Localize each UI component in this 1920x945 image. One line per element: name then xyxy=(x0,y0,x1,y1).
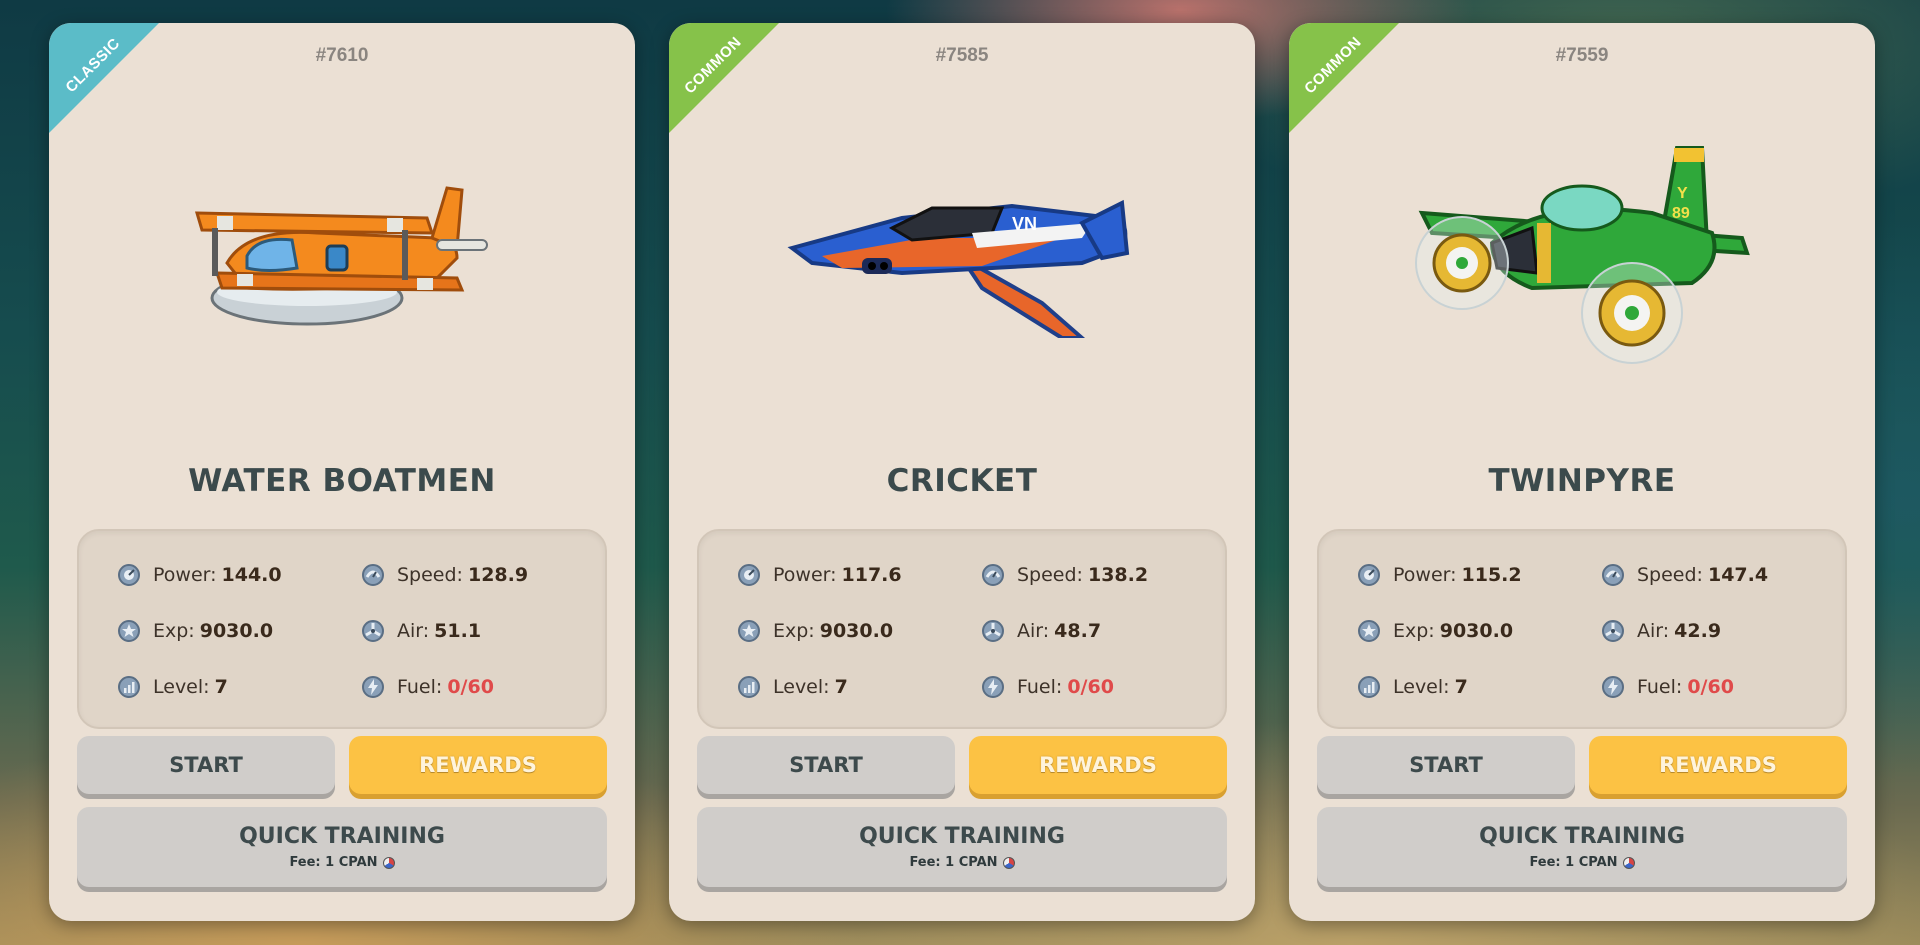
stat-level: Level: 7 xyxy=(117,675,228,699)
lightning-icon xyxy=(1601,675,1625,699)
stat-speed: Speed: 147.4 xyxy=(1601,563,1768,587)
propeller-icon xyxy=(981,619,1005,643)
stats-panel: Power: 117.6 Speed: 138.2 Exp: 9030.0 Ai… xyxy=(697,529,1227,729)
orange-biplane-seaplane-icon xyxy=(194,186,488,326)
power-gauge-icon xyxy=(1357,563,1381,587)
plane-id: #7559 xyxy=(1555,45,1609,66)
quick-training-label: QUICK TRAINING xyxy=(239,824,445,849)
speed-icon xyxy=(981,563,1005,587)
quick-training-label: QUICK TRAINING xyxy=(1479,824,1685,849)
quick-training-button[interactable]: QUICK TRAINING Fee: 1 CPAN xyxy=(697,807,1227,887)
star-icon xyxy=(1357,619,1381,643)
plane-name: WATER BOATMEN xyxy=(188,463,496,499)
rarity-ribbon: COMMON xyxy=(1289,23,1399,133)
level-bars-icon xyxy=(737,675,761,699)
stat-exp: Exp: 9030.0 xyxy=(737,619,893,643)
level-bars-icon xyxy=(1357,675,1381,699)
level-bars-icon xyxy=(117,675,141,699)
stat-power: Power: 144.0 xyxy=(117,563,282,587)
plane-image: VN xyxy=(669,133,1255,383)
stat-level: Level: 7 xyxy=(737,675,848,699)
stat-fuel: Fuel: 0/60 xyxy=(1601,675,1734,699)
cpan-coin-icon xyxy=(382,856,395,869)
stat-fuel: Fuel: 0/60 xyxy=(981,675,1114,699)
fee-label: Fee: 1 CPAN xyxy=(909,855,1015,870)
stats-panel: Power: 144.0 Speed: 128.9 Exp: 9030.0 Ai… xyxy=(77,529,607,729)
plane-name: CRICKET xyxy=(886,463,1038,499)
stat-fuel: Fuel: 0/60 xyxy=(361,675,494,699)
plane-card: COMMON #7585 VN CRICKET Power: 117.6 Spe… xyxy=(669,23,1255,921)
lightning-icon xyxy=(361,675,385,699)
power-gauge-icon xyxy=(737,563,761,587)
propeller-icon xyxy=(361,619,385,643)
propeller-icon xyxy=(1601,619,1625,643)
stat-speed: Speed: 128.9 xyxy=(361,563,528,587)
svg-text:Y: Y xyxy=(1677,185,1688,202)
rarity-ribbon: COMMON xyxy=(669,23,779,133)
plane-image xyxy=(49,133,635,383)
blue-orange-jet-icon: VN xyxy=(787,199,1130,338)
stat-air: Air: 51.1 xyxy=(361,619,481,643)
stat-air: Air: 48.7 xyxy=(981,619,1101,643)
power-gauge-icon xyxy=(117,563,141,587)
quick-training-label: QUICK TRAINING xyxy=(859,824,1065,849)
speed-icon xyxy=(1601,563,1625,587)
rewards-button[interactable]: REWARDS xyxy=(349,736,607,794)
fee-label: Fee: 1 CPAN xyxy=(289,855,395,870)
stat-power: Power: 117.6 xyxy=(737,563,902,587)
lightning-icon xyxy=(981,675,1005,699)
rarity-ribbon: CLASSIC xyxy=(49,23,159,133)
star-icon xyxy=(117,619,141,643)
quick-training-button[interactable]: QUICK TRAINING Fee: 1 CPAN xyxy=(1317,807,1847,887)
green-twin-propeller-plane-icon: Y 89 xyxy=(1415,146,1750,364)
cpan-coin-icon xyxy=(1002,856,1015,869)
plane-image: Y 89 xyxy=(1289,133,1875,383)
stat-exp: Exp: 9030.0 xyxy=(117,619,273,643)
quick-training-button[interactable]: QUICK TRAINING Fee: 1 CPAN xyxy=(77,807,607,887)
cpan-coin-icon xyxy=(1622,856,1635,869)
plane-name: TWINPYRE xyxy=(1488,463,1676,499)
stat-level: Level: 7 xyxy=(1357,675,1468,699)
stat-speed: Speed: 138.2 xyxy=(981,563,1148,587)
plane-card: COMMON #7559 Y 89 TWINPYRE Power: 115.2 … xyxy=(1289,23,1875,921)
plane-id: #7610 xyxy=(315,45,369,66)
plane-id: #7585 xyxy=(935,45,989,66)
stat-air: Air: 42.9 xyxy=(1601,619,1721,643)
stat-power: Power: 115.2 xyxy=(1357,563,1522,587)
star-icon xyxy=(737,619,761,643)
svg-text:VN: VN xyxy=(1012,214,1037,234)
start-button[interactable]: START xyxy=(77,736,335,794)
speed-icon xyxy=(361,563,385,587)
plane-card: CLASSIC #7610 WATER BOATMEN Power: 144.0… xyxy=(49,23,635,921)
stat-exp: Exp: 9030.0 xyxy=(1357,619,1513,643)
stats-panel: Power: 115.2 Speed: 147.4 Exp: 9030.0 Ai… xyxy=(1317,529,1847,729)
start-button[interactable]: START xyxy=(697,736,955,794)
rewards-button[interactable]: REWARDS xyxy=(1589,736,1847,794)
rewards-button[interactable]: REWARDS xyxy=(969,736,1227,794)
start-button[interactable]: START xyxy=(1317,736,1575,794)
fee-label: Fee: 1 CPAN xyxy=(1529,855,1635,870)
